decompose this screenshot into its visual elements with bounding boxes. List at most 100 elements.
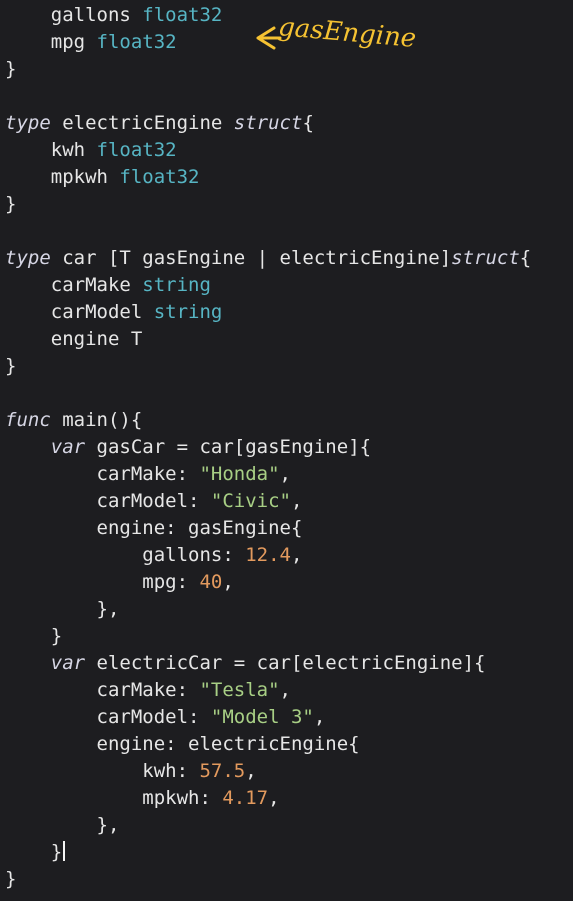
code-token: string [142, 274, 211, 296]
code-token: float32 [119, 166, 200, 188]
code-token: carModel: [96, 706, 211, 728]
code-token: } [50, 625, 63, 647]
code-token: carMake: [96, 463, 200, 485]
code-line[interactable]: mpkwh: 4.17, [5, 785, 531, 812]
code-token: 40 [199, 571, 223, 593]
code-token: 12.4 [245, 544, 291, 566]
code-line[interactable]: engine: gasEngine{ [5, 515, 531, 542]
code-token: } [5, 58, 17, 80]
code-token: carMake: [96, 679, 200, 701]
code-token: func [5, 409, 51, 431]
code-token: { [302, 112, 314, 134]
code-token: } [50, 841, 63, 863]
code-token: mpg: [142, 571, 200, 593]
code-token: carModel: [96, 490, 211, 512]
code-line[interactable]: kwh float32 [5, 137, 531, 164]
code-line[interactable]: mpg: 40, [5, 569, 531, 596]
code-token: "Honda" [199, 463, 280, 485]
code-token: engine: gasEngine{ [96, 517, 303, 539]
code-line[interactable]: mpkwh float32 [5, 164, 531, 191]
text-cursor [63, 841, 66, 861]
code-token: kwh [50, 139, 97, 161]
code-token: , [279, 463, 291, 485]
code-line[interactable]: func main(){ [5, 407, 531, 434]
code-token: main(){ [50, 409, 143, 431]
code-line[interactable]: } [5, 353, 531, 380]
code-content[interactable]: gallons float32 mpg float32} type electri… [5, 2, 531, 893]
code-line[interactable] [5, 380, 531, 407]
code-line[interactable]: engine: electricEngine{ [5, 731, 531, 758]
code-token: var [50, 652, 86, 674]
code-line[interactable]: type electricEngine struct{ [5, 110, 531, 137]
code-line[interactable]: carMake: "Honda", [5, 461, 531, 488]
code-line[interactable]: engine T [5, 326, 531, 353]
code-token: mpkwh [50, 166, 120, 188]
code-token: }, [96, 598, 120, 620]
code-line[interactable]: type car [T gasEngine | electricEngine]s… [5, 245, 531, 272]
code-token: mpg [50, 31, 97, 53]
code-line[interactable]: } [5, 839, 531, 866]
code-token: gasCar = car[gasEngine]{ [85, 436, 372, 458]
code-token: engine T [50, 328, 143, 350]
code-token: gallons [50, 4, 143, 26]
code-token: "Civic" [210, 490, 291, 512]
code-line[interactable]: }, [5, 596, 531, 623]
code-token: { [519, 247, 532, 269]
code-line[interactable] [5, 83, 531, 110]
code-line[interactable] [5, 218, 531, 245]
code-token: , [222, 571, 234, 593]
code-token: type [5, 112, 51, 134]
code-token: 57.5 [199, 760, 246, 782]
code-line[interactable]: carModel: "Model 3", [5, 704, 531, 731]
code-line[interactable]: carMake string [5, 272, 531, 299]
code-line[interactable]: gallons: 12.4, [5, 542, 531, 569]
code-line[interactable]: carMake: "Tesla", [5, 677, 531, 704]
code-token: carMake [50, 274, 143, 296]
code-line[interactable]: } [5, 191, 531, 218]
code-line[interactable]: var electricCar = car[electricEngine]{ [5, 650, 531, 677]
code-token: , [268, 787, 280, 809]
code-line[interactable]: var gasCar = car[gasEngine]{ [5, 434, 531, 461]
code-line[interactable]: } [5, 866, 531, 893]
code-token: float32 [142, 4, 223, 26]
code-token: mpkwh: [142, 787, 223, 809]
code-token: }, [96, 814, 120, 836]
code-token: float32 [96, 139, 177, 161]
code-editor[interactable]: gallons float32 mpg float32} type electri… [0, 0, 573, 901]
code-token: } [5, 355, 17, 377]
code-token: 4.17 [222, 787, 269, 809]
code-line[interactable]: }, [5, 812, 531, 839]
code-token: carModel [50, 301, 154, 323]
code-token: struct [451, 247, 520, 269]
code-token: , [290, 490, 303, 512]
code-token: "Tesla" [199, 679, 280, 701]
code-token: engine: electricEngine{ [96, 733, 360, 755]
code-token: , [291, 544, 303, 566]
code-line[interactable]: carModel: "Civic", [5, 488, 531, 515]
code-token: } [5, 868, 17, 890]
code-line[interactable]: carModel string [5, 299, 531, 326]
code-token: gallons: [142, 544, 246, 566]
code-token: var [50, 436, 86, 458]
code-line[interactable]: kwh: 57.5, [5, 758, 531, 785]
code-line[interactable]: } [5, 623, 531, 650]
